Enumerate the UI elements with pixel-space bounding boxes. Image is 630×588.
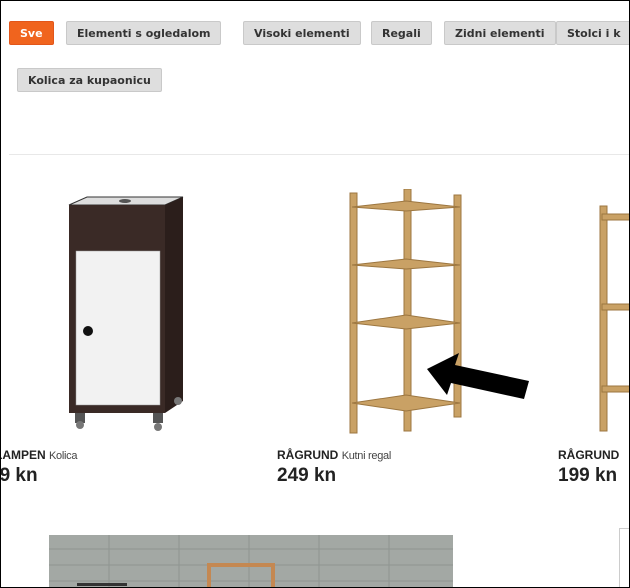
filter-chip-mirror-elements[interactable]: Elementi s ogledalom xyxy=(66,21,222,45)
filter-chip-all[interactable]: Sve xyxy=(9,21,54,45)
arrow-pointer-icon xyxy=(427,353,529,399)
product-name: LAMPEN xyxy=(0,448,46,462)
product-name: RÅGRUND xyxy=(277,448,339,462)
promo-banner-image[interactable] xyxy=(49,535,453,587)
product-price-2: 249 kn xyxy=(277,465,337,486)
filter-chip-tall-elements[interactable]: Visoki elementi xyxy=(243,21,361,45)
product-title-2[interactable]: RÅGRUND Kutni regal xyxy=(277,448,391,462)
product-description: Kolica xyxy=(49,450,78,462)
product-title-1[interactable]: LAMPEN Kolica xyxy=(0,448,78,462)
filter-chip-shelves[interactable]: Regali xyxy=(371,21,432,45)
filter-chip-chairs[interactable]: Stolci i k xyxy=(556,21,629,45)
product-price-1: 49 kn xyxy=(0,465,38,486)
product-image-trolley[interactable] xyxy=(61,191,191,436)
filter-chip-wall-elements[interactable]: Zidni elementi xyxy=(444,21,556,45)
product-name: RÅGRUND xyxy=(558,448,620,462)
side-panel-edge xyxy=(619,528,629,587)
section-divider xyxy=(9,154,629,155)
page-frame: Sve Elementi s ogledalom Visoki elementi… xyxy=(0,0,630,588)
filter-chip-bathroom-trolleys[interactable]: Kolica za kupaonicu xyxy=(17,68,162,92)
product-title-3[interactable]: RÅGRUND xyxy=(558,448,619,462)
product-price-3: 199 kn xyxy=(558,465,618,486)
product-image-shelf[interactable] xyxy=(596,196,630,436)
product-description: Kutni regal xyxy=(341,450,392,462)
